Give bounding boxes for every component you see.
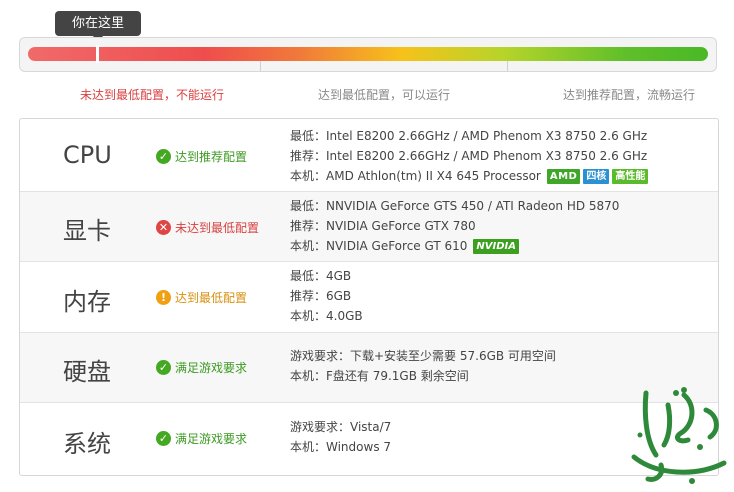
status-badge: ✕ 未达到最低配置 — [156, 219, 259, 236]
high-performance-badge: 高性能 — [612, 168, 649, 184]
spec-line-requirement: 游戏要求：下载+安装至少需要 57.6GB 可用空间 — [290, 349, 556, 363]
spec-line-recommended: 推荐：6GB — [290, 289, 352, 303]
spec-line-local-text: 本机：AMD Athlon(tm) II X4 645 Processor — [290, 169, 541, 183]
calligraphy-watermark-logo — [631, 387, 727, 484]
spec-details: 最低：Intel E8200 2.66GHz / AMD Phenom X3 8… — [290, 126, 649, 186]
gauge-gradient-bar — [28, 47, 708, 61]
level-label-below-min: 未达到最低配置，不能运行 — [80, 88, 225, 102]
status-text: 达到推荐配置 — [175, 150, 248, 164]
status-text: 未达到最低配置 — [175, 221, 260, 235]
spec-details: 游戏要求：下载+安装至少需要 57.6GB 可用空间 本机：F盘还有 79.1G… — [290, 346, 556, 386]
you-are-here-tooltip: 你在这里 — [55, 11, 141, 36]
level-label-recommended: 达到推荐配置，流畅运行 — [563, 88, 696, 102]
nvidia-logo-badge: NVIDIA — [473, 238, 520, 254]
status-text: 达到最低配置 — [175, 291, 248, 305]
spec-line-min: 最低：Intel E8200 2.66GHz / AMD Phenom X3 8… — [290, 129, 648, 143]
warning-icon: ! — [156, 290, 171, 305]
check-icon: ✓ — [156, 360, 171, 375]
component-name: 系统 — [63, 430, 111, 458]
spec-line-requirement: 游戏要求：Vista/7 — [290, 420, 392, 434]
table-row-os: 系统 ✓ 满足游戏要求 游戏要求：Vista/7 本机：Windows 7 — [20, 403, 718, 475]
spec-line-recommended: 推荐：Intel E8200 2.66GHz / AMD Phenom X3 8… — [290, 149, 648, 163]
check-icon: ✓ — [156, 149, 171, 164]
table-row-disk: 硬盘 ✓ 满足游戏要求 游戏要求：下载+安装至少需要 57.6GB 可用空间 本… — [20, 333, 718, 403]
quad-core-badge: 四核 — [583, 168, 610, 184]
spec-details: 最低：4GB 推荐：6GB 本机：4.0GB — [290, 266, 363, 326]
table-row-cpu: CPU ✓ 达到推荐配置 最低：Intel E8200 2.66GHz / AM… — [20, 119, 718, 192]
spec-line-local: 本机：Windows 7 — [290, 440, 392, 454]
performance-gauge — [19, 37, 717, 72]
component-name: 显卡 — [63, 217, 111, 245]
status-badge: ✓ 满足游戏要求 — [156, 359, 247, 376]
component-name: 硬盘 — [63, 358, 111, 386]
amd-logo-badge: AMD — [546, 168, 581, 184]
level-label-min: 达到最低配置，可以运行 — [318, 88, 451, 102]
spec-line-local: 本机：NVIDIA GeForce GT 610 NVIDIA — [290, 236, 619, 256]
error-icon: ✕ — [156, 220, 171, 235]
status-badge: ! 达到最低配置 — [156, 289, 247, 306]
status-badge: ✓ 满足游戏要求 — [156, 430, 247, 447]
table-row-memory: 内存 ! 达到最低配置 最低：4GB 推荐：6GB 本机：4.0GB — [20, 262, 718, 333]
table-row-gpu: 显卡 ✕ 未达到最低配置 最低：NNVIDIA GeForce GTS 450 … — [20, 192, 718, 262]
spec-line-min: 最低：NNVIDIA GeForce GTS 450 / ATI Radeon … — [290, 199, 620, 213]
spec-line-local: 本机：4.0GB — [290, 309, 363, 323]
gauge-tick-recommended — [507, 61, 508, 71]
spec-line-local: 本机：AMD Athlon(tm) II X4 645 Processor AM… — [290, 166, 649, 186]
spec-line-recommended: 推荐：NVIDIA GeForce GTX 780 — [290, 219, 476, 233]
spec-line-local-text: 本机：NVIDIA GeForce GT 610 — [290, 239, 468, 253]
spec-details: 最低：NNVIDIA GeForce GTS 450 / ATI Radeon … — [290, 196, 619, 256]
spec-line-local: 本机：F盘还有 79.1GB 剩余空间 — [290, 369, 469, 383]
status-text: 满足游戏要求 — [175, 361, 248, 375]
component-name: CPU — [63, 141, 112, 169]
spec-table: CPU ✓ 达到推荐配置 最低：Intel E8200 2.66GHz / AM… — [19, 118, 719, 476]
spec-details: 游戏要求：Vista/7 本机：Windows 7 — [290, 417, 391, 457]
component-name: 内存 — [63, 288, 111, 316]
status-text: 满足游戏要求 — [175, 432, 248, 446]
check-icon: ✓ — [156, 431, 171, 446]
spec-line-min: 最低：4GB — [290, 269, 352, 283]
gauge-tick-min — [260, 61, 261, 71]
gauge-position-marker — [96, 45, 99, 63]
status-badge: ✓ 达到推荐配置 — [156, 148, 247, 165]
